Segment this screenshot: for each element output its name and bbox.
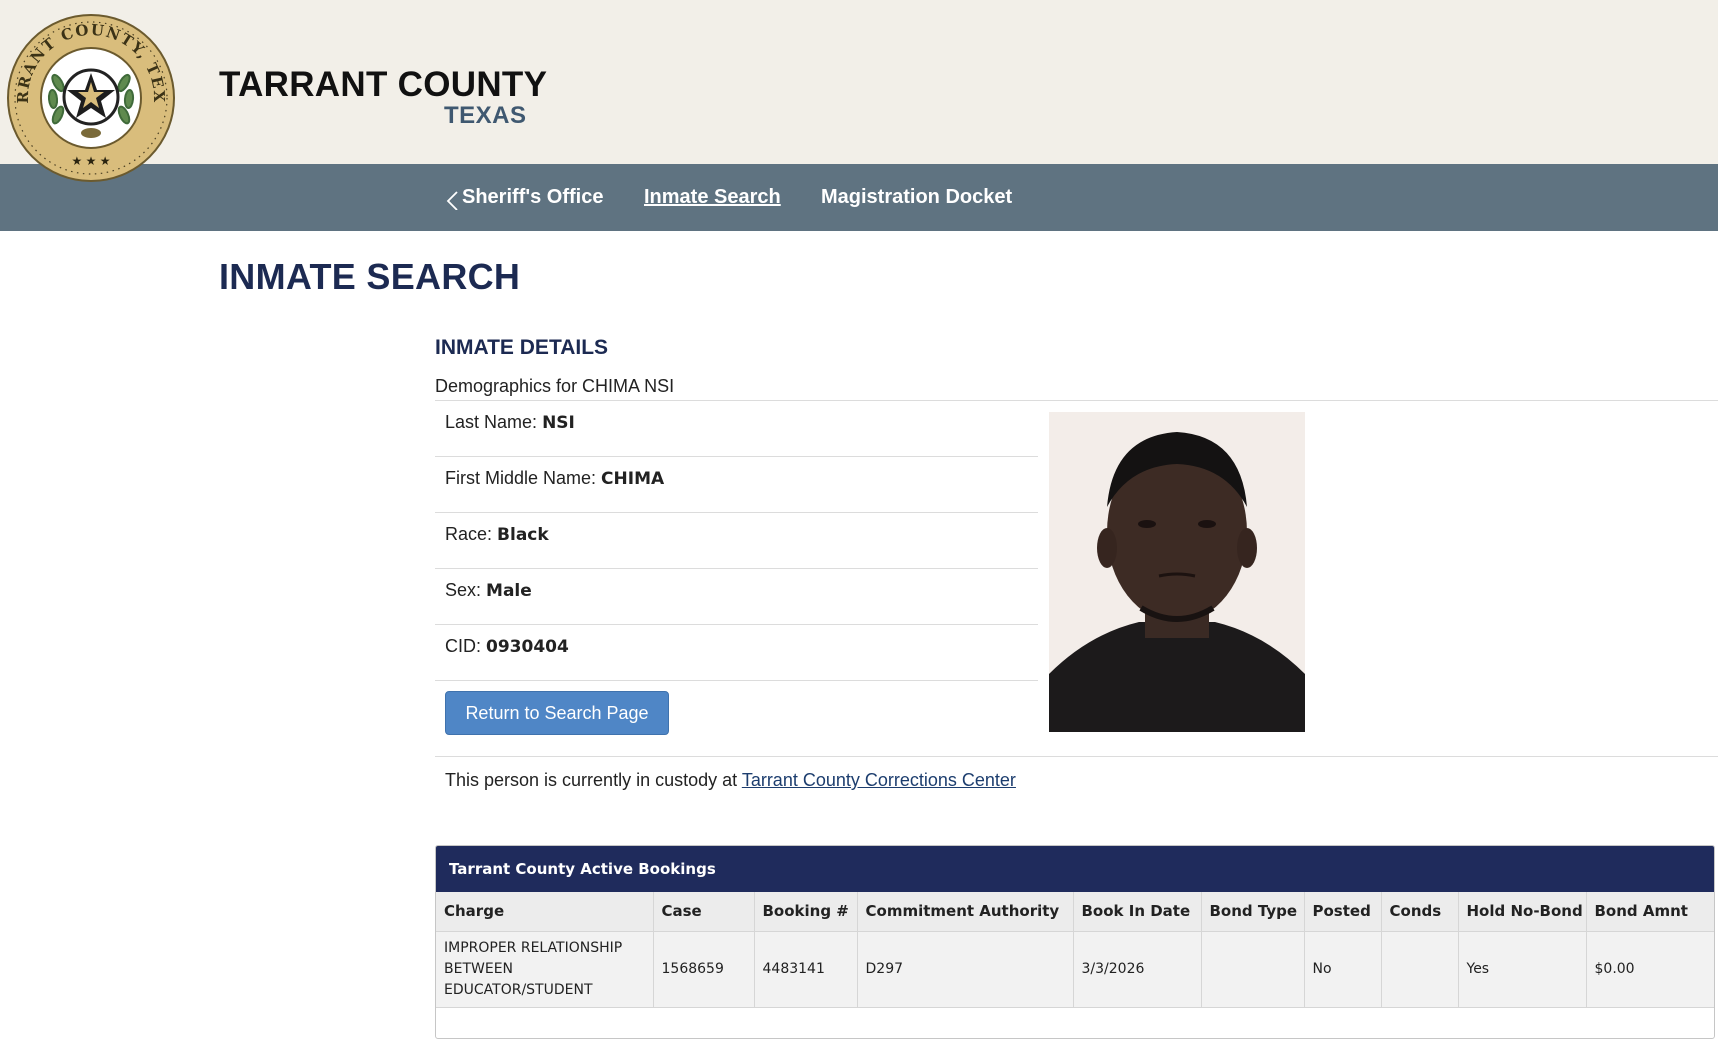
table-row: IMPROPER RELATIONSHIP BETWEEN EDUCATOR/S… <box>436 931 1714 1008</box>
field-label: CID: <box>445 636 481 656</box>
field-label: Race: <box>445 524 493 544</box>
brand-block: TARRANT COUNTY TEXAS <box>219 66 547 130</box>
corrections-center-link[interactable]: Tarrant County Corrections Center <box>742 770 1016 790</box>
field-value: NSI <box>542 413 575 433</box>
table-header-row: Charge Case Booking # Commitment Authori… <box>436 892 1714 932</box>
cell-hold-no-bond: Yes <box>1458 931 1587 1008</box>
field-value: 0930404 <box>486 637 569 657</box>
cell-case: 1568659 <box>653 931 755 1008</box>
field-cid: CID: 0930404 <box>435 625 1038 681</box>
field-label: Sex: <box>445 580 482 600</box>
site-header: TARRANT COUNTY, TEXAS ★ ★ ★ TARRANT COUN… <box>0 0 1718 182</box>
field-race: Race: Black <box>435 513 1038 569</box>
inmate-photo <box>1049 412 1305 732</box>
column-header-posted[interactable]: Posted <box>1304 892 1382 932</box>
custody-text: This person is currently in custody at <box>445 770 738 790</box>
cell-booking-number: 4483141 <box>754 931 858 1008</box>
county-seal-logo[interactable]: TARRANT COUNTY, TEXAS ★ ★ ★ <box>6 13 176 183</box>
main-nav: Sheriff's Office Inmate Search Magistrat… <box>0 164 1718 231</box>
column-header-conds[interactable]: Conds <box>1381 892 1459 932</box>
field-label: First Middle Name: <box>445 468 597 488</box>
column-header-commitment-authority[interactable]: Commitment Authority <box>857 892 1074 932</box>
inmate-details-heading: INMATE DETAILS <box>435 336 609 359</box>
field-last-name: Last Name: NSI <box>435 401 1038 457</box>
field-first-middle-name: First Middle Name: CHIMA <box>435 457 1038 513</box>
column-header-booking-number[interactable]: Booking # <box>754 892 858 932</box>
column-header-bond-type[interactable]: Bond Type <box>1201 892 1305 932</box>
chevron-left-icon[interactable] <box>444 190 464 210</box>
bookings-table-title: Tarrant County Active Bookings <box>436 846 1714 892</box>
nav-inmate-search[interactable]: Inmate Search <box>644 186 781 209</box>
field-value: Male <box>486 581 532 601</box>
nav-sheriffs-office[interactable]: Sheriff's Office <box>462 186 603 209</box>
nav-magistration-docket[interactable]: Magistration Docket <box>821 186 1012 209</box>
cell-commitment-authority: D297 <box>857 931 1074 1008</box>
bookings-table: Charge Case Booking # Commitment Authori… <box>436 892 1714 1008</box>
svg-text:★ ★ ★: ★ ★ ★ <box>72 154 111 168</box>
field-value: Black <box>497 525 549 545</box>
brand-title[interactable]: TARRANT COUNTY <box>219 66 547 104</box>
cell-bond-amount: $0.00 <box>1586 931 1714 1008</box>
page-title: INMATE SEARCH <box>219 256 521 297</box>
demographics-caption: Demographics for CHIMA NSI <box>435 376 675 396</box>
brand-subtitle: TEXAS <box>444 102 527 129</box>
cell-charge: IMPROPER RELATIONSHIP BETWEEN EDUCATOR/S… <box>436 931 654 1008</box>
cell-posted: No <box>1304 931 1382 1008</box>
field-sex: Sex: Male <box>435 569 1038 625</box>
column-header-case[interactable]: Case <box>653 892 755 932</box>
field-label: Last Name: <box>445 412 538 432</box>
divider <box>435 756 1718 757</box>
field-value: CHIMA <box>601 469 665 489</box>
column-header-book-in-date[interactable]: Book In Date <box>1073 892 1202 932</box>
inmate-details-section: INMATE DETAILS Demographics for CHIMA NS… <box>435 336 1718 790</box>
cell-bond-type <box>1201 931 1305 1008</box>
active-bookings-table: Tarrant County Active Bookings Charge Ca… <box>435 845 1715 1039</box>
cell-conds <box>1381 931 1459 1008</box>
column-header-charge[interactable]: Charge <box>436 892 654 932</box>
return-to-search-button[interactable]: Return to Search Page <box>445 691 669 735</box>
column-header-bond-amount[interactable]: Bond Amnt <box>1586 892 1714 932</box>
column-header-hold-no-bond[interactable]: Hold No-Bond <box>1458 892 1587 932</box>
custody-status: This person is currently in custody at T… <box>445 770 1016 791</box>
cell-book-in-date: 3/3/2026 <box>1073 931 1202 1008</box>
